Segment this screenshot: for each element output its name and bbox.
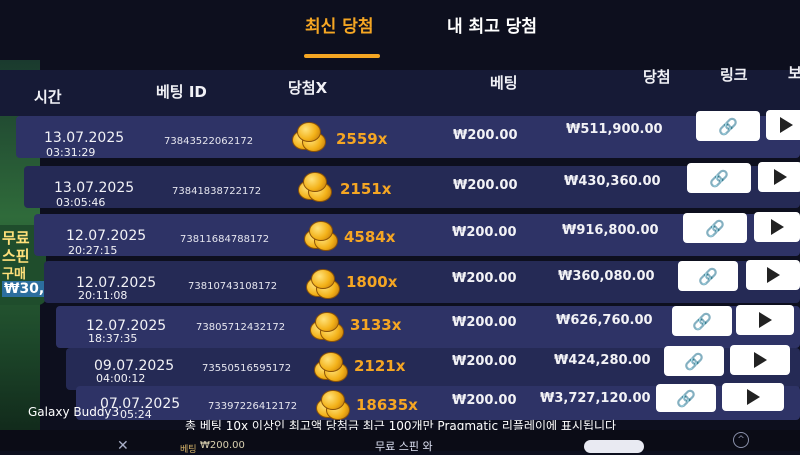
row-time: 03:31:29	[46, 146, 96, 159]
row-multiplier: 4584x	[344, 228, 396, 246]
replay-button[interactable]	[746, 260, 800, 290]
row-bet: ₩200.00	[453, 128, 518, 143]
row-bet-id: 73810743108172	[188, 281, 278, 292]
link-button[interactable]: 🔗	[672, 306, 732, 336]
row-bet: ₩200.00	[453, 178, 518, 193]
row-multiplier: 2121x	[354, 357, 406, 375]
row-win: ₩626,760.00	[556, 313, 653, 328]
row-bet-id: 73550516595172	[202, 363, 292, 374]
coin-icon	[306, 269, 340, 299]
row-time: 05:24	[120, 408, 152, 421]
row-bet-id: 73805712432172	[196, 322, 286, 333]
free-spin-text: 무료 스핀 와	[375, 440, 433, 453]
row-bet: ₩200.00	[452, 271, 517, 286]
play-icon	[773, 169, 787, 185]
link-button[interactable]: 🔗	[687, 163, 751, 193]
row-time: 20:11:08	[78, 289, 128, 302]
table-row: 13.07.2025 03:05:46 73841838722172 2151x…	[24, 162, 800, 209]
row-multiplier: 2151x	[340, 180, 392, 198]
replay-button[interactable]	[766, 110, 800, 140]
wins-table: 13.07.2025 03:31:29 73843522062172 2559x…	[0, 0, 800, 451]
row-win: ₩430,360.00	[564, 174, 661, 189]
row-bet: ₩200.00	[452, 315, 517, 330]
coin-icon	[304, 221, 338, 251]
bet-label: 베팅	[180, 445, 197, 455]
row-bet: ₩200.00	[452, 225, 517, 240]
play-icon	[746, 389, 760, 405]
row-time: 18:37:35	[88, 332, 138, 345]
row-win: ₩424,280.00	[554, 353, 651, 368]
row-multiplier: 2559x	[336, 130, 388, 148]
link-icon: 🔗	[705, 218, 725, 238]
coin-icon	[314, 352, 348, 382]
row-win: ₩511,900.00	[566, 122, 663, 137]
camera-watermark: Galaxy Buddy3	[28, 405, 120, 419]
row-bet: ₩200.00	[452, 393, 517, 408]
win-history-panel: 최신 당첨 내 최고 당첨 시간 베팅 ID 당첨X 베팅 당첨 링크 보 13…	[0, 0, 800, 455]
coin-icon	[310, 312, 344, 342]
chevron-up-icon[interactable]: ^	[733, 432, 749, 448]
link-button[interactable]: 🔗	[664, 346, 724, 376]
link-button[interactable]: 🔗	[683, 213, 747, 243]
coin-icon	[298, 172, 332, 202]
link-button[interactable]: 🔗	[696, 111, 760, 141]
row-bet-id: 73841838722172	[172, 186, 262, 197]
link-button[interactable]: 🔗	[678, 261, 738, 291]
table-row: 13.07.2025 03:31:29 73843522062172 2559x…	[16, 110, 800, 159]
row-bet-id: 73397226412172	[208, 401, 298, 412]
replay-button[interactable]	[730, 345, 790, 375]
table-row: 12.07.2025 18:37:35 73805712432172 3133x…	[56, 305, 800, 348]
row-bet: ₩200.00	[452, 354, 517, 369]
row-multiplier: 18635x	[356, 396, 418, 414]
play-icon	[766, 267, 780, 283]
replay-button[interactable]	[736, 305, 794, 335]
coin-icon	[292, 122, 326, 152]
table-row: 07.07.2025 05:24 73397226412172 18635x ₩…	[76, 383, 800, 421]
link-icon: 🔗	[684, 351, 704, 371]
link-icon: 🔗	[692, 311, 712, 331]
row-multiplier: 3133x	[350, 316, 402, 334]
row-date: 12.07.2025	[66, 228, 147, 244]
link-icon: 🔗	[698, 266, 718, 286]
row-multiplier: 1800x	[346, 273, 398, 291]
coin-icon	[316, 390, 350, 420]
play-icon	[753, 352, 767, 368]
row-time: 20:27:15	[68, 244, 118, 257]
replay-button[interactable]	[758, 162, 800, 192]
x-icon: ✕	[117, 438, 129, 454]
link-icon: 🔗	[709, 168, 729, 188]
row-win: ₩360,080.00	[558, 269, 655, 284]
row-date: 13.07.2025	[44, 130, 125, 146]
table-row: 12.07.2025 20:11:08 73810743108172 1800x…	[44, 260, 800, 303]
play-icon	[779, 117, 793, 133]
link-button[interactable]: 🔗	[656, 384, 716, 412]
table-row: 12.07.2025 20:27:15 73811684788172 4584x…	[34, 212, 800, 257]
row-win: ₩916,800.00	[562, 223, 659, 238]
row-date: 13.07.2025	[54, 180, 135, 196]
row-win: ₩3,727,120.00	[540, 391, 651, 406]
row-time: 03:05:46	[56, 196, 106, 209]
link-icon: 🔗	[676, 388, 696, 408]
play-icon	[770, 219, 784, 235]
row-bet-id: 73843522062172	[164, 136, 254, 147]
bet-amount: ₩200.00	[200, 440, 245, 451]
play-icon	[758, 312, 772, 328]
row-time: 04:00:12	[96, 372, 146, 385]
row-bet-id: 73811684788172	[180, 234, 270, 245]
autoplay-pill-button[interactable]	[584, 440, 644, 453]
replay-button[interactable]	[754, 212, 800, 242]
link-icon: 🔗	[718, 116, 738, 136]
replay-button[interactable]	[722, 383, 784, 411]
